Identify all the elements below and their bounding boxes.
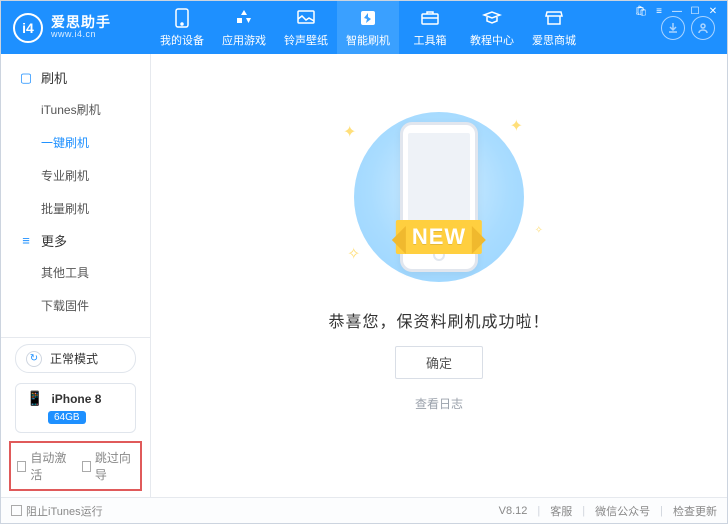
- check-update-link[interactable]: 检查更新: [673, 503, 717, 519]
- tab-toolbox[interactable]: 工具箱: [399, 1, 461, 54]
- status-bar: 阻止iTunes运行 V8.12 | 客服 | 微信公众号 | 检查更新: [1, 497, 727, 523]
- sparkle-icon: ✦: [343, 122, 356, 142]
- checkbox-prevent-itunes[interactable]: 阻止iTunes运行: [11, 503, 103, 519]
- tab-label: 铃声壁纸: [284, 32, 328, 48]
- checkbox-icon: [82, 461, 91, 472]
- sidebar-item-batch-flash[interactable]: 批量刷机: [1, 192, 150, 225]
- sparkle-icon: ✧: [535, 225, 543, 236]
- confirm-button[interactable]: 确定: [395, 346, 483, 379]
- tab-apps[interactable]: 应用游戏: [213, 1, 275, 54]
- sidebar-item-advanced[interactable]: 高级功能: [1, 322, 150, 331]
- checkbox-label: 跳过向导: [95, 449, 134, 483]
- tab-ringtones[interactable]: 铃声壁纸: [275, 1, 337, 54]
- device-storage-badge: 64GB: [48, 411, 86, 424]
- phone-icon: [171, 7, 193, 29]
- flash-icon: [357, 7, 379, 29]
- wallpaper-icon: [295, 7, 317, 29]
- topbar: i4 爱思助手 www.i4.cn 我的设备 应用游戏 铃声壁纸 智能刷机: [1, 1, 727, 54]
- sidebar-group-label: 刷机: [41, 68, 67, 87]
- tutorial-icon: [481, 7, 503, 29]
- brand-subtitle: www.i4.cn: [51, 30, 111, 40]
- mode-label: 正常模式: [50, 350, 98, 367]
- sparkle-icon: ✧: [347, 244, 360, 264]
- maximize-icon[interactable]: ☐: [689, 5, 701, 17]
- menu-icon[interactable]: ≡: [653, 5, 665, 17]
- toolbox-icon: [419, 7, 441, 29]
- divider: [1, 337, 150, 338]
- main-tabs: 我的设备 应用游戏 铃声壁纸 智能刷机 工具箱 教程中心: [151, 1, 649, 54]
- brand-title: 爱思助手: [51, 15, 111, 30]
- sidebar-group-label: 更多: [41, 231, 67, 250]
- sidebar-item-other-tools[interactable]: 其他工具: [1, 256, 150, 289]
- more-icon: ≡: [19, 233, 33, 248]
- checkbox-auto-activate[interactable]: 自动激活: [17, 449, 70, 483]
- sidebar-item-download-firmware[interactable]: 下载固件: [1, 289, 150, 322]
- checkbox-skip-guide[interactable]: 跳过向导: [82, 449, 135, 483]
- sparkle-icon: ✦: [510, 116, 523, 136]
- topbar-right: [649, 16, 727, 40]
- device-card[interactable]: 📱 iPhone 8 64GB: [15, 383, 136, 433]
- store-icon: [543, 7, 565, 29]
- tab-label: 爱思商城: [532, 32, 576, 48]
- main-panel: ✦ ✦ ✧ ✧ NEW 恭喜您，保资料刷机成功啦！ 确定 查看日志: [151, 54, 727, 497]
- tab-label: 应用游戏: [222, 32, 266, 48]
- apps-icon: [233, 7, 255, 29]
- sidebar-group-more[interactable]: ≡ 更多: [1, 225, 150, 256]
- brand-logo-icon: i4: [13, 13, 43, 43]
- view-log-link[interactable]: 查看日志: [415, 395, 463, 412]
- phone-outline-icon: ▢: [19, 70, 33, 86]
- success-message: 恭喜您，保资料刷机成功啦！: [328, 308, 549, 332]
- minimize-icon[interactable]: —: [671, 5, 683, 17]
- sidebar-item-itunes-flash[interactable]: iTunes刷机: [1, 93, 150, 126]
- tab-flash[interactable]: 智能刷机: [337, 1, 399, 54]
- bottom-options-highlight: 自动激活 跳过向导: [9, 441, 142, 491]
- checkbox-icon: [17, 461, 26, 472]
- tab-label: 教程中心: [470, 32, 514, 48]
- wechat-link[interactable]: 微信公众号: [595, 503, 650, 519]
- body: ▢ 刷机 iTunes刷机 一键刷机 专业刷机 批量刷机 ≡ 更多 其他工具 下…: [1, 54, 727, 497]
- tab-label: 智能刷机: [346, 32, 390, 48]
- checkbox-label: 阻止iTunes运行: [26, 503, 103, 519]
- checkbox-label: 自动激活: [30, 449, 69, 483]
- mode-pill[interactable]: ↻ 正常模式: [15, 344, 136, 373]
- window-controls: 🛍 ≡ — ☐ ✕: [635, 5, 719, 17]
- shopping-icon[interactable]: 🛍: [635, 5, 647, 17]
- brand: i4 爱思助手 www.i4.cn: [1, 13, 151, 43]
- sidebar-group-flash[interactable]: ▢ 刷机: [1, 62, 150, 93]
- ribbon-text: NEW: [396, 220, 482, 254]
- tab-tutorials[interactable]: 教程中心: [461, 1, 523, 54]
- support-link[interactable]: 客服: [550, 503, 572, 519]
- sidebar: ▢ 刷机 iTunes刷机 一键刷机 专业刷机 批量刷机 ≡ 更多 其他工具 下…: [1, 54, 151, 497]
- new-ribbon: NEW: [396, 220, 482, 254]
- tab-label: 工具箱: [414, 32, 447, 48]
- checkbox-icon: [11, 505, 22, 516]
- version-label: V8.12: [499, 505, 528, 517]
- success-illustration: ✦ ✦ ✧ ✧ NEW: [319, 102, 559, 292]
- device-name: iPhone 8: [51, 392, 101, 406]
- user-icon[interactable]: [691, 16, 715, 40]
- close-icon[interactable]: ✕: [707, 5, 719, 17]
- refresh-icon: ↻: [26, 351, 42, 367]
- tab-label: 我的设备: [160, 32, 204, 48]
- sidebar-item-pro-flash[interactable]: 专业刷机: [1, 159, 150, 192]
- device-phone-icon: 📱: [26, 390, 43, 407]
- app-window: 🛍 ≡ — ☐ ✕ i4 爱思助手 www.i4.cn 我的设备 应用游戏 铃: [0, 0, 728, 524]
- download-icon[interactable]: [661, 16, 685, 40]
- tab-store[interactable]: 爱思商城: [523, 1, 585, 54]
- sidebar-item-oneclick-flash[interactable]: 一键刷机: [1, 126, 150, 159]
- tab-my-device[interactable]: 我的设备: [151, 1, 213, 54]
